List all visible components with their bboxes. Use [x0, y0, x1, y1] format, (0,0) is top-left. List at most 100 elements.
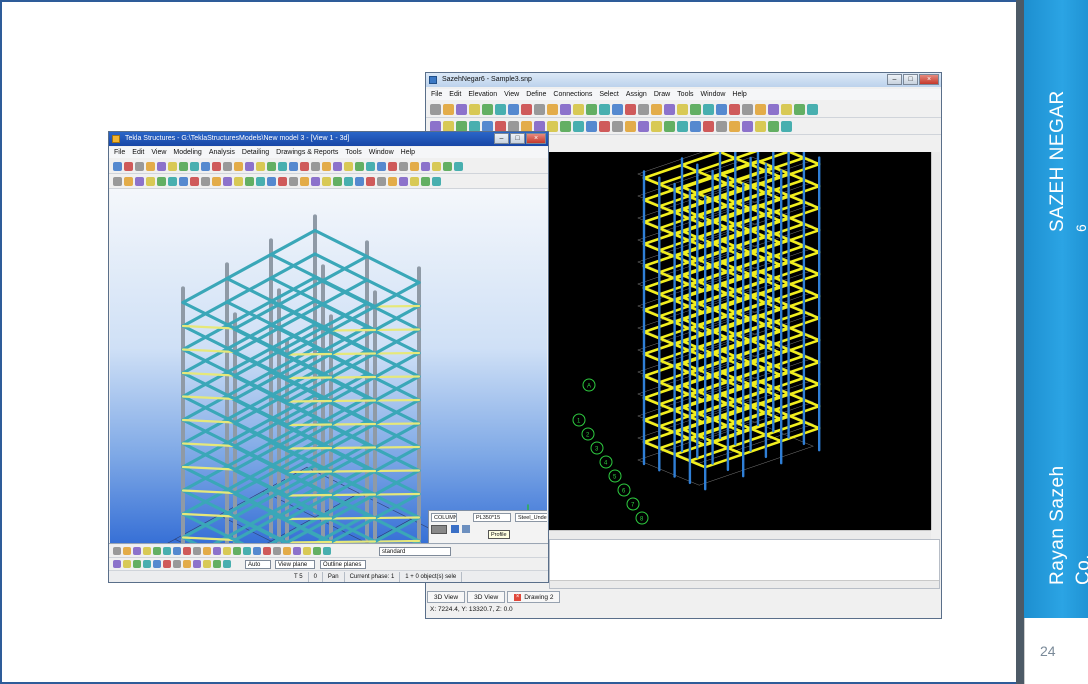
toolbar-tool-icon[interactable] — [399, 176, 408, 186]
menu-assign[interactable]: Assign — [626, 89, 647, 100]
menu-draw[interactable]: Draw — [654, 89, 670, 100]
toolbar-tool-icon[interactable] — [245, 161, 254, 171]
toolbar-tool-icon[interactable] — [768, 104, 779, 115]
toolbar-tool-icon[interactable] — [293, 547, 301, 555]
toolbar-tool-icon[interactable] — [638, 121, 649, 132]
menu-tools[interactable]: Tools — [345, 147, 361, 158]
sazeh-3d-viewport[interactable]: 1 2 3 4 5 6 7 8 A — [549, 152, 931, 530]
toolbar-tool-icon[interactable] — [410, 161, 419, 171]
toolbar-tool-icon[interactable] — [586, 104, 597, 115]
menu-window[interactable]: Window — [369, 147, 394, 158]
toolbar-tool-icon[interactable] — [482, 104, 493, 115]
toolbar-tool-icon[interactable] — [179, 161, 188, 171]
toolbar-tool-icon[interactable] — [253, 547, 261, 555]
menu-view[interactable]: View — [504, 89, 519, 100]
menu-window[interactable]: Window — [701, 89, 726, 100]
toolbar-tool-icon[interactable] — [677, 121, 688, 132]
toolbar-tool-icon[interactable] — [366, 161, 375, 171]
toolbar-tool-icon[interactable] — [157, 176, 166, 186]
toolbar-tool-icon[interactable] — [612, 104, 623, 115]
close-tab-icon[interactable]: × — [514, 593, 522, 601]
toolbar-tool-icon[interactable] — [388, 176, 397, 186]
menu-modeling[interactable]: Modeling — [173, 147, 201, 158]
toolbar-tool-icon[interactable] — [190, 176, 199, 186]
material-field[interactable]: PL350*15 — [473, 513, 511, 522]
toolbar-tool-icon[interactable] — [263, 547, 271, 555]
toolbar-tool-icon[interactable] — [560, 104, 571, 115]
toolbar-tool-icon[interactable] — [443, 104, 454, 115]
toolbar-tool-icon[interactable] — [781, 121, 792, 132]
toolbar-tool-icon[interactable] — [573, 104, 584, 115]
toolbar-tool-icon[interactable] — [690, 104, 701, 115]
menu-select[interactable]: Select — [599, 89, 618, 100]
toolbar-tool-icon[interactable] — [168, 161, 177, 171]
toolbar-tool-icon[interactable] — [267, 161, 276, 171]
minimize-button[interactable]: – — [494, 133, 509, 144]
toolbar-tool-icon[interactable] — [742, 104, 753, 115]
toolbar-tool-icon[interactable] — [781, 104, 792, 115]
toolbar-tool-icon[interactable] — [534, 104, 545, 115]
toolbar-tool-icon[interactable] — [123, 547, 131, 555]
toolbar-tool-icon[interactable] — [521, 104, 532, 115]
toolbar-tool-icon[interactable] — [212, 176, 221, 186]
profile-field[interactable]: COLUMN — [431, 513, 457, 522]
toolbar-tool-icon[interactable] — [355, 176, 364, 186]
toolbar-tool-icon[interactable] — [794, 104, 805, 115]
class-field[interactable]: Steel_Unde — [515, 513, 547, 522]
toolbar-tool-icon[interactable] — [183, 547, 191, 555]
toolbar-tool-icon[interactable] — [729, 104, 740, 115]
toolbar-tool-icon[interactable] — [807, 104, 818, 115]
toolbar-tool-icon[interactable] — [355, 161, 364, 171]
outline-planes-combo[interactable]: Outline planes — [320, 560, 366, 569]
toolbar-tool-icon[interactable] — [300, 161, 309, 171]
menu-help[interactable]: Help — [401, 147, 415, 158]
toolbar-tool-icon[interactable] — [388, 161, 397, 171]
toolbar-tool-icon[interactable] — [625, 121, 636, 132]
toolbar-tool-icon[interactable] — [203, 560, 211, 568]
toolbar-tool-icon[interactable] — [573, 121, 584, 132]
toolbar-tool-icon[interactable] — [163, 547, 171, 555]
toolbar-tool-icon[interactable] — [716, 121, 727, 132]
toolbar-tool-icon[interactable] — [289, 176, 298, 186]
toolbar-tool-icon[interactable] — [508, 104, 519, 115]
toolbar-tool-icon[interactable] — [113, 161, 122, 171]
toolbar-tool-icon[interactable] — [716, 104, 727, 115]
toolbar-tool-icon[interactable] — [651, 104, 662, 115]
toolbar-tool-icon[interactable] — [322, 161, 331, 171]
toolbar-tool-icon[interactable] — [344, 161, 353, 171]
toolbar-tool-icon[interactable] — [201, 161, 210, 171]
toolbar-tool-icon[interactable] — [703, 121, 714, 132]
toolbar-tool-icon[interactable] — [421, 176, 430, 186]
toolbar-tool-icon[interactable] — [143, 547, 151, 555]
snap-mode-combo[interactable]: Auto — [245, 560, 271, 569]
toolbar-tool-icon[interactable] — [742, 121, 753, 132]
toolbar-tool-icon[interactable] — [173, 547, 181, 555]
toolbar-tool-icon[interactable] — [203, 547, 211, 555]
tab-3d-view-1[interactable]: 3D View — [427, 591, 466, 603]
toolbar-tool-icon[interactable] — [243, 547, 251, 555]
maximize-button[interactable]: □ — [510, 133, 525, 144]
menu-edit[interactable]: Edit — [132, 147, 144, 158]
toolbar-tool-icon[interactable] — [223, 161, 232, 171]
toolbar-tool-icon[interactable] — [234, 176, 243, 186]
toolbar-tool-icon[interactable] — [201, 176, 210, 186]
toolbar-tool-icon[interactable] — [495, 104, 506, 115]
menu-define[interactable]: Define — [526, 89, 546, 100]
toolbar-tool-icon[interactable] — [651, 121, 662, 132]
toolbar-tool-icon[interactable] — [123, 560, 131, 568]
toolbar-tool-icon[interactable] — [560, 121, 571, 132]
toolbar-tool-icon[interactable] — [586, 121, 597, 132]
menu-detailing[interactable]: Detailing — [242, 147, 269, 158]
toolbar-tool-icon[interactable] — [599, 121, 610, 132]
move-icon[interactable] — [451, 525, 459, 533]
menu-connections[interactable]: Connections — [553, 89, 592, 100]
toolbar-tool-icon[interactable] — [168, 176, 177, 186]
toolbar-tool-icon[interactable] — [283, 547, 291, 555]
tab-3d-view-2[interactable]: 3D View — [467, 591, 506, 603]
toolbar-tool-icon[interactable] — [212, 161, 221, 171]
toolbar-tool-icon[interactable] — [234, 161, 243, 171]
toolbar-tool-icon[interactable] — [113, 560, 121, 568]
toolbar-tool-icon[interactable] — [333, 161, 342, 171]
toolbar-tool-icon[interactable] — [153, 547, 161, 555]
toolbar-tool-icon[interactable] — [344, 176, 353, 186]
